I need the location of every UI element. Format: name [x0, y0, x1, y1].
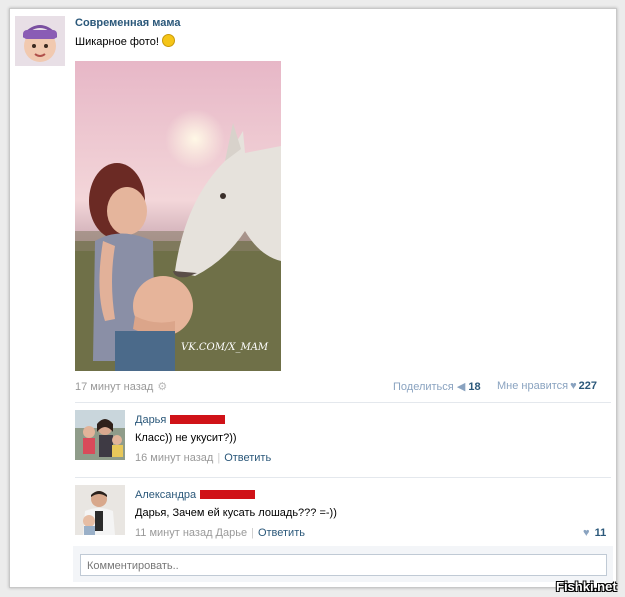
post-author-link[interactable]: Современная мама: [75, 17, 180, 29]
comment-text: Дарья, Зачем ей кусать лошадь??? =-)): [135, 507, 337, 519]
like-button[interactable]: Мне нравится ♥ 227: [497, 380, 597, 392]
reply-link[interactable]: Ответить: [224, 452, 271, 464]
post-text: Шикарное фото!: [75, 34, 175, 48]
meta-separator: |: [251, 527, 254, 539]
share-button[interactable]: Поделиться ◀ 18: [393, 380, 481, 393]
like-label: Мне нравится: [497, 380, 569, 392]
comment-author-name: Дарья: [135, 414, 167, 426]
divider: [75, 402, 611, 403]
comment-text: Класс)) не укусит?)): [135, 432, 237, 444]
gear-icon[interactable]: ⚙: [157, 380, 167, 393]
comment-author-link[interactable]: Александра: [135, 489, 256, 501]
post-time[interactable]: 17 минут назад: [75, 381, 153, 393]
site-watermark: Fishki.net: [556, 579, 617, 594]
like-count: 227: [578, 380, 597, 392]
comment-like-button[interactable]: ♥ 11: [581, 527, 606, 539]
megaphone-icon: ◀: [456, 381, 466, 393]
redaction-bar: [170, 415, 226, 424]
post-text-content: Шикарное фото!: [75, 36, 159, 48]
comment-time[interactable]: 11 минут назад Дарье: [135, 527, 247, 539]
post-meta: 17 минут назад ⚙: [75, 380, 167, 393]
share-label: Поделиться: [393, 381, 454, 393]
comment-avatar[interactable]: [75, 410, 125, 460]
comment-like-count: 11: [594, 527, 607, 539]
heart-icon: ♥: [570, 380, 577, 392]
comment-input[interactable]: Комментировать..: [80, 554, 607, 576]
comment-avatar[interactable]: [75, 485, 125, 535]
post-photo[interactable]: [75, 61, 281, 371]
meta-separator: |: [217, 452, 221, 464]
comment-meta: 11 минут назад Дарье | Ответить: [135, 527, 305, 539]
redaction-bar: [200, 490, 256, 499]
divider: [75, 477, 611, 478]
photo-watermark: VK.COM/X_MAM: [181, 342, 269, 353]
comment-time[interactable]: 16 минут назад: [135, 452, 213, 464]
reply-link[interactable]: Ответить: [258, 527, 305, 539]
heart-icon: ♥: [583, 527, 590, 539]
author-avatar[interactable]: [15, 16, 65, 66]
grinning-smiley-icon: [161, 34, 175, 47]
share-count: 18: [468, 381, 481, 393]
comment-author-link[interactable]: Дарья: [135, 414, 226, 426]
comment-meta: 16 минут назад | Ответить: [135, 452, 271, 464]
comment-author-name: Александра: [135, 489, 197, 501]
